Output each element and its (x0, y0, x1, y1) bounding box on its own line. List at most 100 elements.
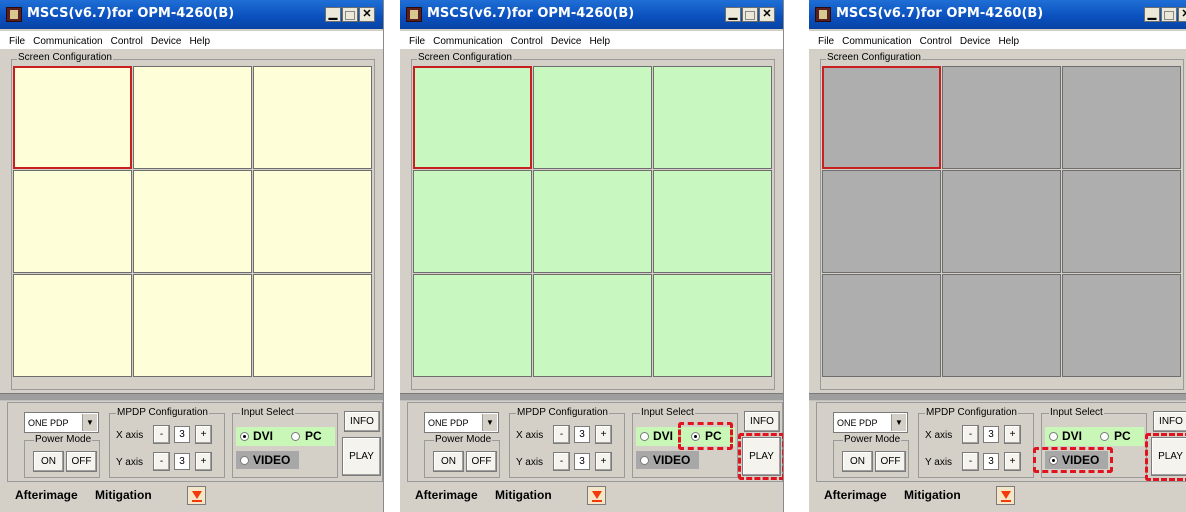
power-off-button[interactable]: OFF (66, 451, 97, 472)
app-icon[interactable] (815, 7, 831, 22)
screen-cell[interactable] (413, 170, 532, 273)
minimize-icon[interactable]: ▁ (725, 7, 741, 22)
pc-radio[interactable] (291, 432, 300, 441)
pdp-select[interactable]: ONE PDP ▼ (424, 412, 499, 433)
menu-help[interactable]: Help (585, 33, 614, 47)
screen-cell[interactable] (942, 274, 1061, 377)
menu-device[interactable]: Device (956, 33, 995, 47)
dropdown-arrow-icon[interactable]: ▼ (82, 414, 97, 431)
dvi-label[interactable]: DVI (653, 429, 673, 443)
y-axis-field[interactable]: 3 (574, 453, 590, 470)
info-button[interactable]: INFO (744, 411, 780, 432)
info-button[interactable]: INFO (1153, 411, 1186, 432)
power-off-button[interactable]: OFF (875, 451, 906, 472)
menu-help[interactable]: Help (185, 33, 214, 47)
splitter[interactable] (400, 393, 783, 401)
video-radio[interactable] (240, 456, 249, 465)
screen-cell[interactable] (822, 170, 941, 273)
maximize-icon[interactable] (342, 7, 358, 22)
screen-cell[interactable] (133, 274, 252, 377)
screen-cell[interactable] (133, 66, 252, 169)
maximize-icon[interactable] (742, 7, 758, 22)
screen-cell[interactable] (1062, 170, 1181, 273)
play-button[interactable]: PLAY (342, 437, 381, 476)
screen-cell[interactable] (413, 274, 532, 377)
power-on-button[interactable]: ON (842, 451, 873, 472)
splitter[interactable] (0, 393, 383, 401)
x-axis-minus-button[interactable]: - (962, 425, 979, 444)
menu-file[interactable]: File (0, 33, 29, 47)
screen-cell[interactable] (822, 274, 941, 377)
x-axis-field[interactable]: 3 (574, 426, 590, 443)
menu-device[interactable]: Device (147, 33, 186, 47)
pdp-select[interactable]: ONE PDP ▼ (833, 412, 908, 433)
screen-cell[interactable] (253, 274, 372, 377)
y-axis-minus-button[interactable]: - (553, 452, 570, 471)
screen-cell[interactable] (533, 170, 652, 273)
pc-radio[interactable] (1100, 432, 1109, 441)
menu-control[interactable]: Control (507, 33, 547, 47)
orange-down-arrow-icon[interactable] (587, 486, 606, 505)
screen-cell[interactable] (133, 170, 252, 273)
x-axis-plus-button[interactable]: + (595, 425, 612, 444)
y-axis-plus-button[interactable]: + (595, 452, 612, 471)
orange-down-arrow-icon[interactable] (187, 486, 206, 505)
screen-cell[interactable] (253, 170, 372, 273)
menu-communication[interactable]: Communication (29, 33, 106, 47)
x-axis-field[interactable]: 3 (174, 426, 190, 443)
minimize-icon[interactable]: ▁ (1144, 7, 1160, 22)
screen-cell[interactable] (533, 274, 652, 377)
pc-label[interactable]: PC (1114, 429, 1131, 443)
close-icon[interactable]: ✕ (1178, 7, 1186, 22)
menu-control[interactable]: Control (107, 33, 147, 47)
pdp-select[interactable]: ONE PDP ▼ (24, 412, 99, 433)
dvi-radio[interactable] (1049, 432, 1058, 441)
screen-cell[interactable] (533, 66, 652, 169)
screen-cell[interactable] (942, 170, 1061, 273)
power-off-button[interactable]: OFF (466, 451, 497, 472)
video-radio[interactable] (1049, 456, 1058, 465)
dvi-label[interactable]: DVI (1062, 429, 1082, 443)
y-axis-field[interactable]: 3 (174, 453, 190, 470)
dropdown-arrow-icon[interactable]: ▼ (891, 414, 906, 431)
maximize-icon[interactable] (1161, 7, 1177, 22)
pc-label[interactable]: PC (705, 429, 722, 443)
menu-file[interactable]: File (400, 33, 429, 47)
screen-cell[interactable] (653, 170, 772, 273)
x-axis-field[interactable]: 3 (983, 426, 999, 443)
play-button[interactable]: PLAY (1151, 437, 1186, 476)
menu-file[interactable]: File (809, 33, 838, 47)
minimize-icon[interactable]: ▁ (325, 7, 341, 22)
screen-cell[interactable] (253, 66, 372, 169)
screen-cell-selected[interactable] (13, 66, 132, 169)
orange-down-arrow-icon[interactable] (996, 486, 1015, 505)
dropdown-arrow-icon[interactable]: ▼ (482, 414, 497, 431)
menu-communication[interactable]: Communication (429, 33, 506, 47)
screen-cell-selected[interactable] (413, 66, 532, 169)
screen-cell[interactable] (942, 66, 1061, 169)
video-label[interactable]: VIDEO (253, 453, 290, 467)
app-icon[interactable] (406, 7, 422, 22)
screen-cell-selected[interactable] (822, 66, 941, 169)
menu-help[interactable]: Help (994, 33, 1023, 47)
app-icon[interactable] (6, 7, 22, 22)
screen-cell[interactable] (1062, 66, 1181, 169)
x-axis-plus-button[interactable]: + (1004, 425, 1021, 444)
y-axis-minus-button[interactable]: - (153, 452, 170, 471)
screen-cell[interactable] (1062, 274, 1181, 377)
power-on-button[interactable]: ON (33, 451, 64, 472)
dvi-radio[interactable] (640, 432, 649, 441)
menu-communication[interactable]: Communication (838, 33, 915, 47)
info-button[interactable]: INFO (344, 411, 380, 432)
video-radio[interactable] (640, 456, 649, 465)
y-axis-minus-button[interactable]: - (962, 452, 979, 471)
dvi-label[interactable]: DVI (253, 429, 273, 443)
splitter[interactable] (809, 393, 1186, 401)
y-axis-plus-button[interactable]: + (195, 452, 212, 471)
close-icon[interactable]: ✕ (359, 7, 375, 22)
play-button[interactable]: PLAY (742, 437, 781, 476)
video-label[interactable]: VIDEO (653, 453, 690, 467)
screen-cell[interactable] (653, 66, 772, 169)
pc-radio[interactable] (691, 432, 700, 441)
x-axis-minus-button[interactable]: - (153, 425, 170, 444)
